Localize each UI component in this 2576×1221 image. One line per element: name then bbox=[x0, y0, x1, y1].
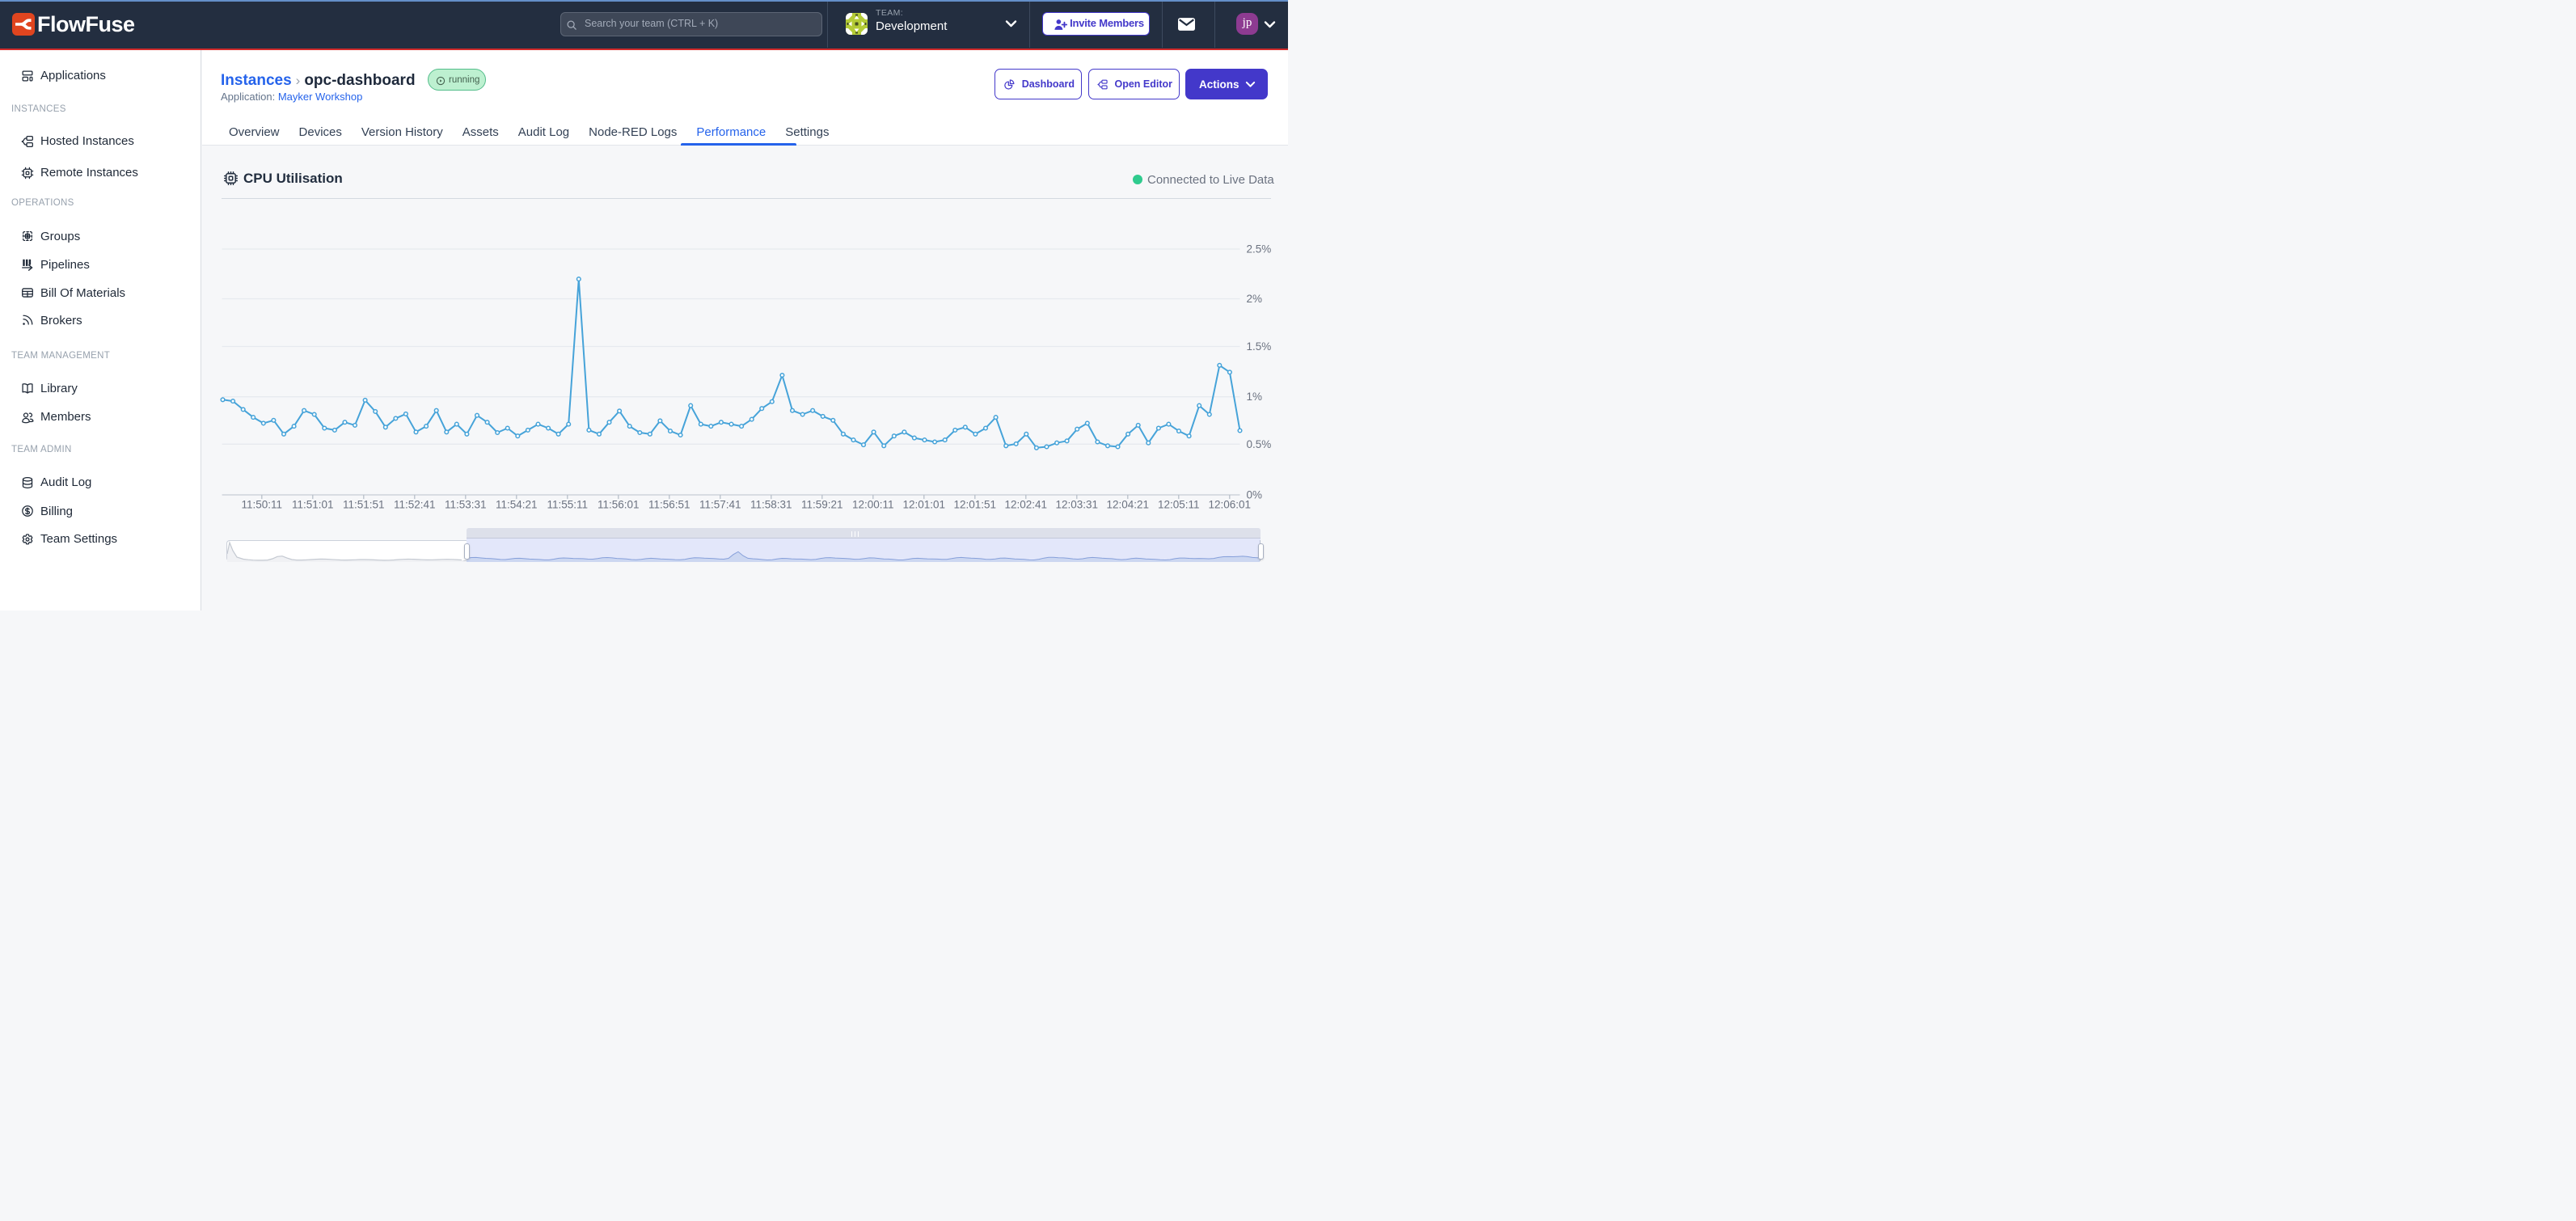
svg-text:11:56:01: 11:56:01 bbox=[598, 499, 640, 511]
svg-text:11:55:11: 11:55:11 bbox=[547, 499, 589, 511]
svg-text:12:02:41: 12:02:41 bbox=[1005, 499, 1048, 511]
svg-text:11:56:51: 11:56:51 bbox=[648, 499, 690, 511]
svg-text:11:59:21: 11:59:21 bbox=[801, 499, 843, 511]
svg-text:2.5%: 2.5% bbox=[1247, 243, 1272, 256]
svg-text:12:00:11: 12:00:11 bbox=[852, 499, 894, 511]
svg-text:11:57:41: 11:57:41 bbox=[699, 499, 741, 511]
svg-text:11:54:21: 11:54:21 bbox=[496, 499, 538, 511]
svg-text:11:51:01: 11:51:01 bbox=[292, 499, 334, 511]
svg-text:1%: 1% bbox=[1247, 391, 1263, 403]
svg-text:12:06:01: 12:06:01 bbox=[1209, 499, 1252, 511]
svg-text:1.5%: 1.5% bbox=[1247, 340, 1272, 353]
svg-text:11:52:41: 11:52:41 bbox=[394, 499, 436, 511]
svg-text:12:03:31: 12:03:31 bbox=[1056, 499, 1099, 511]
svg-text:11:50:11: 11:50:11 bbox=[242, 499, 283, 511]
svg-text:12:01:01: 12:01:01 bbox=[903, 499, 946, 511]
svg-text:2%: 2% bbox=[1247, 293, 1263, 305]
svg-text:0.5%: 0.5% bbox=[1247, 438, 1272, 450]
svg-text:12:01:51: 12:01:51 bbox=[954, 499, 997, 511]
svg-text:11:51:51: 11:51:51 bbox=[343, 499, 385, 511]
svg-text:12:05:11: 12:05:11 bbox=[1158, 499, 1200, 511]
svg-text:11:58:31: 11:58:31 bbox=[750, 499, 792, 511]
svg-text:11:53:31: 11:53:31 bbox=[445, 499, 487, 511]
svg-text:12:04:21: 12:04:21 bbox=[1107, 499, 1150, 511]
